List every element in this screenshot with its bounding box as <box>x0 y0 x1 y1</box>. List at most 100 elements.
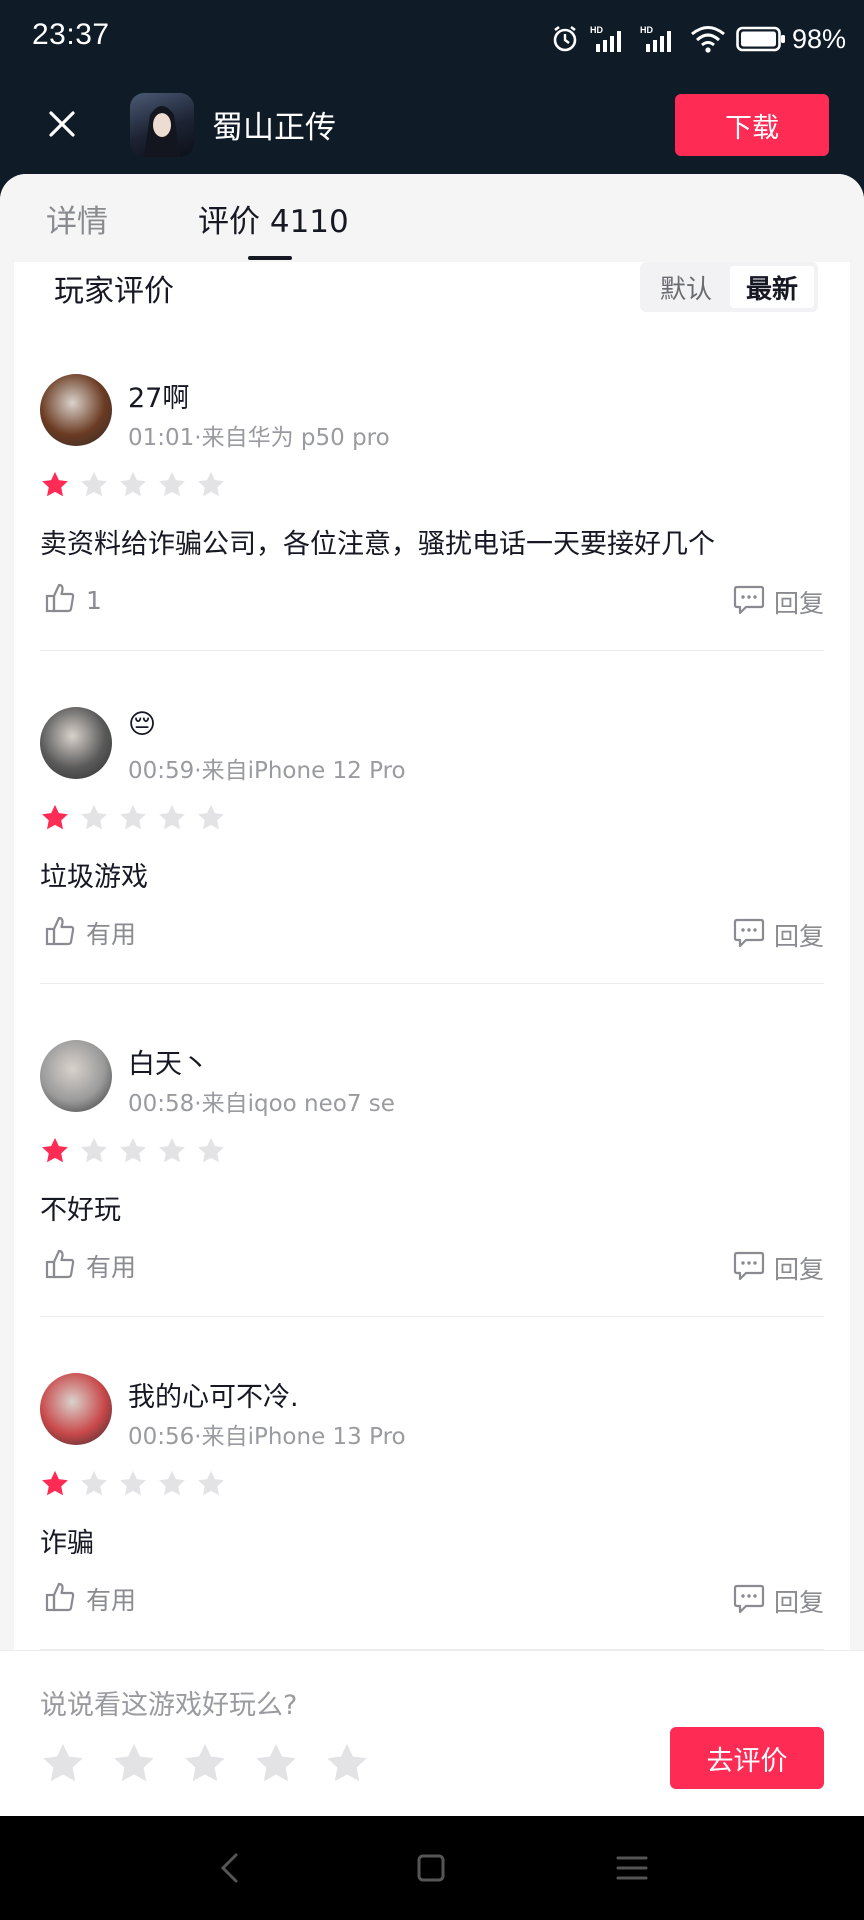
star-empty-icon <box>198 1470 224 1496</box>
active-tab-indicator <box>248 256 292 260</box>
divider <box>40 650 824 651</box>
svg-text:HD: HD <box>590 25 603 35</box>
review-meta: 00:59·来自iPhone 12 Pro <box>128 758 406 784</box>
menu-nav-icon[interactable] <box>612 1848 652 1888</box>
battery-icon <box>736 25 786 53</box>
star-empty-icon <box>81 804 107 830</box>
star-empty-icon <box>81 471 107 497</box>
close-button[interactable] <box>40 102 84 146</box>
like-button[interactable]: 有用 <box>44 1581 136 1617</box>
star-empty-icon <box>120 471 146 497</box>
avatar[interactable] <box>40 1373 112 1445</box>
star-empty-icon <box>198 1137 224 1163</box>
reply-label: 回复 <box>773 1588 824 1617</box>
status-bar: 23:37 HD HD 98% <box>0 0 864 80</box>
thumbs-up-icon <box>44 582 76 618</box>
divider <box>40 983 824 984</box>
svg-text:HD: HD <box>640 25 653 35</box>
rate-stars <box>40 1741 395 1787</box>
star-empty-icon <box>159 1137 185 1163</box>
star-empty-icon <box>120 1470 146 1496</box>
reply-button[interactable]: 回复 <box>732 1583 824 1619</box>
like-button[interactable]: 有用 <box>44 1248 136 1284</box>
system-nav-bar <box>0 1816 864 1920</box>
review-item: 😔 00:59·来自iPhone 12 Pro 垃圾游戏 有用 回复 <box>14 707 850 1040</box>
star-filled-icon <box>42 1137 68 1163</box>
back-nav-icon[interactable] <box>210 1848 250 1888</box>
hd-signal-icon: HD <box>640 24 680 54</box>
avatar[interactable] <box>40 1040 112 1112</box>
game-title: 蜀山正传 <box>212 110 336 146</box>
review-username[interactable]: 27啊 <box>128 376 189 415</box>
star-empty-icon <box>81 1137 107 1163</box>
rate-star-icon[interactable] <box>324 1741 370 1787</box>
like-button[interactable]: 有用 <box>44 915 136 951</box>
download-button[interactable]: 下载 <box>675 94 829 156</box>
review-meta: 00:58·来自iqoo neo7 se <box>128 1091 395 1117</box>
tab-details[interactable]: 详情 <box>46 196 108 241</box>
rate-star-icon[interactable] <box>253 1741 299 1787</box>
reply-label: 回复 <box>773 922 824 951</box>
status-icons: HD HD 98% <box>540 20 846 58</box>
hd-signal-icon: HD <box>590 24 630 54</box>
rate-star-icon[interactable] <box>40 1741 86 1787</box>
star-empty-icon <box>159 1470 185 1496</box>
game-icon <box>130 93 194 157</box>
like-count: 1 <box>86 585 102 615</box>
tab-reviews[interactable]: 评价 4110 <box>198 196 349 241</box>
avatar[interactable] <box>40 374 112 446</box>
rate-star-icon[interactable] <box>111 1741 157 1787</box>
reply-button[interactable]: 回复 <box>732 584 824 620</box>
review-username[interactable]: 我的心可不冷. <box>128 1375 299 1414</box>
reply-button[interactable]: 回复 <box>732 1250 824 1286</box>
comment-icon <box>732 917 766 953</box>
like-count: 有用 <box>86 1586 137 1615</box>
star-empty-icon <box>159 471 185 497</box>
home-nav-icon[interactable] <box>411 1848 451 1888</box>
review-content: 垃圾游戏 <box>40 862 148 893</box>
sort-default-option[interactable]: 默认 <box>644 266 728 308</box>
review-rating <box>40 470 235 500</box>
wifi-icon <box>690 24 726 54</box>
comment-icon <box>732 1250 766 1286</box>
star-empty-icon <box>159 804 185 830</box>
review-username[interactable]: 白天丶 <box>128 1042 209 1081</box>
go-rate-button[interactable]: 去评价 <box>670 1727 824 1789</box>
star-filled-icon <box>42 1470 68 1496</box>
comment-icon <box>732 1583 766 1619</box>
rate-star-icon[interactable] <box>182 1741 228 1787</box>
tab-bar: 详情 评价 4110 <box>0 174 864 262</box>
star-empty-icon <box>81 1470 107 1496</box>
like-button[interactable]: 1 <box>44 582 102 618</box>
star-empty-icon <box>120 804 146 830</box>
like-count: 有用 <box>86 920 137 949</box>
divider <box>40 1316 824 1317</box>
review-item: 27啊 01:01·来自华为 p50 pro 卖资料给诈骗公司，各位注意，骚扰电… <box>14 374 850 707</box>
review-content: 不好玩 <box>40 1195 121 1226</box>
thumbs-up-icon <box>44 1248 76 1284</box>
app-header: 蜀山正传 下载 <box>0 80 864 174</box>
like-count: 有用 <box>86 1253 137 1282</box>
reply-button[interactable]: 回复 <box>732 917 824 953</box>
star-filled-icon <box>42 471 68 497</box>
alarm-icon <box>550 24 580 54</box>
section-title: 玩家评价 <box>54 274 174 309</box>
close-icon <box>49 111 75 137</box>
thumbs-up-icon <box>44 1581 76 1617</box>
battery-level: 98% <box>791 23 846 54</box>
star-empty-icon <box>198 804 224 830</box>
star-empty-icon <box>120 1137 146 1163</box>
review-meta: 00:56·来自iPhone 13 Pro <box>128 1424 406 1450</box>
review-meta: 01:01·来自华为 p50 pro <box>128 425 390 451</box>
review-content: 诈骗 <box>40 1528 94 1559</box>
thumbs-up-icon <box>44 915 76 951</box>
rate-prompt-input[interactable]: 说说看这游戏好玩么? <box>40 1683 297 1722</box>
avatar[interactable] <box>40 707 112 779</box>
review-rating <box>40 1136 235 1166</box>
review-rating <box>40 1469 235 1499</box>
review-username[interactable]: 😔 <box>128 709 156 740</box>
sort-toggle: 默认 最新 <box>640 262 818 312</box>
comment-icon <box>732 584 766 620</box>
sort-newest-option[interactable]: 最新 <box>730 266 814 308</box>
reply-label: 回复 <box>773 1255 824 1284</box>
